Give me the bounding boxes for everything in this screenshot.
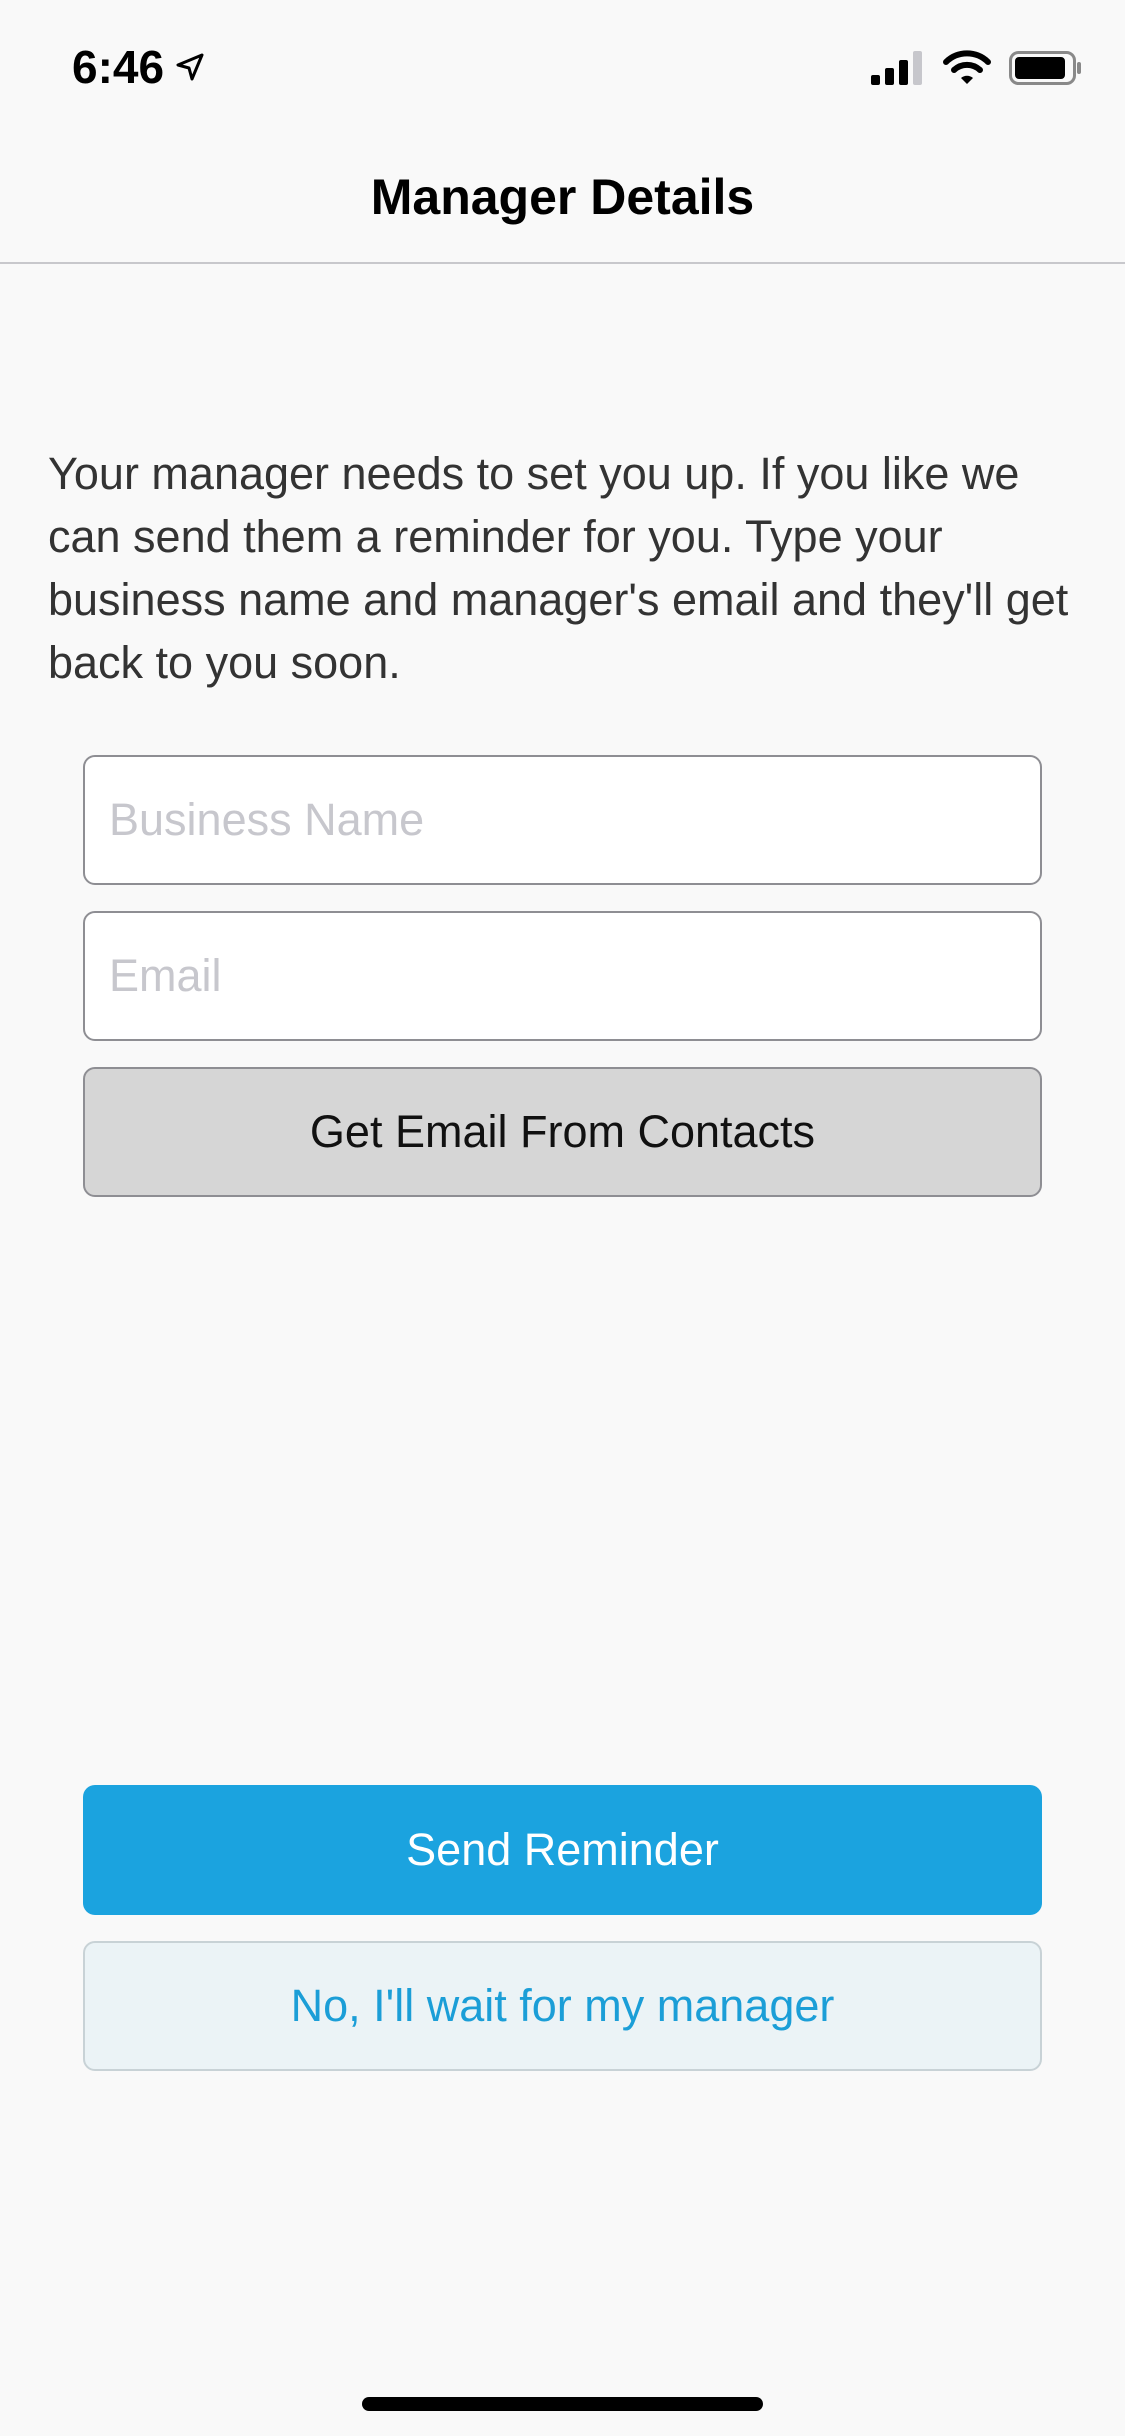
wait-for-manager-button[interactable]: No, I'll wait for my manager — [83, 1941, 1042, 2071]
get-email-from-contacts-label: Get Email From Contacts — [309, 1106, 816, 1157]
status-bar: 6:46 — [0, 0, 1125, 132]
send-reminder-button[interactable]: Send Reminder — [83, 1785, 1042, 1915]
wifi-icon — [943, 50, 991, 86]
status-indicators — [871, 50, 1083, 86]
location-arrow-icon — [174, 51, 206, 83]
navigation-bar: Manager Details — [0, 132, 1125, 264]
status-time-text: 6:46 — [72, 41, 165, 93]
status-time: 6:46 — [72, 40, 206, 94]
home-indicator[interactable] — [362, 2397, 763, 2411]
send-reminder-label: Send Reminder — [406, 1824, 719, 1875]
email-input[interactable] — [83, 911, 1042, 1041]
cellular-signal-icon — [871, 51, 925, 85]
page-title: Manager Details — [370, 169, 755, 225]
business-name-input[interactable] — [83, 755, 1042, 885]
wait-for-manager-label: No, I'll wait for my manager — [290, 1980, 835, 2031]
battery-icon — [1009, 51, 1083, 85]
get-email-from-contacts-button[interactable]: Get Email From Contacts — [83, 1067, 1042, 1197]
intro-text: Your manager needs to set you up. If you… — [48, 448, 1069, 688]
